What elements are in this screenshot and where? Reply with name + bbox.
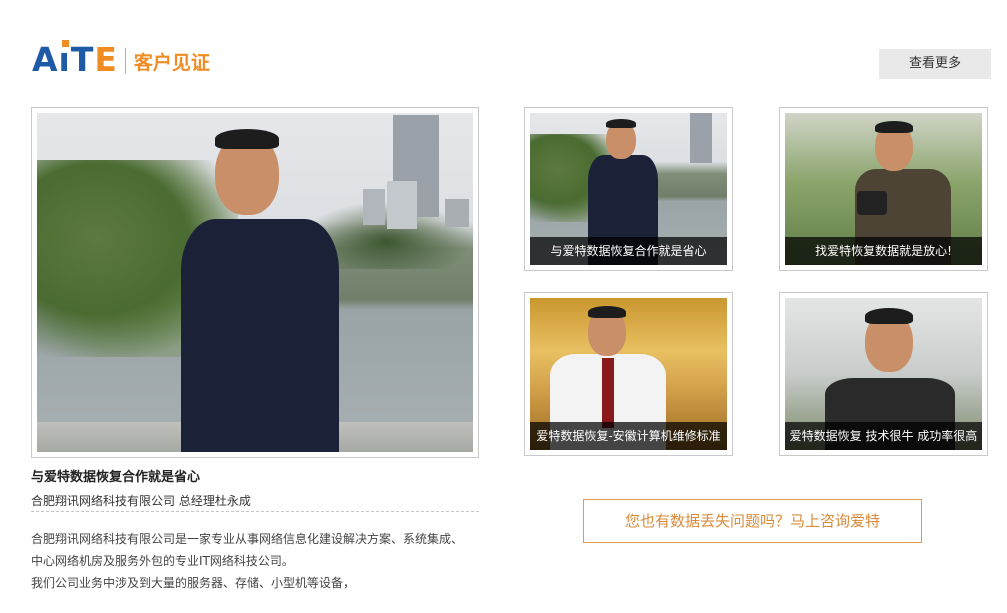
section-title: 客户见证 [133,52,210,74]
logo-divider [124,48,126,74]
logo-wordmark: AıTE [32,40,118,79]
body-line: 中心网络机房及服务外包的专业IT网络科技公司。 [31,554,294,568]
featured-author: 合肥翔讯网络科技有限公司 总经理杜永成 [31,494,251,508]
testimonial-photo: 与爱特数据恢复合作就是省心 [530,113,727,265]
testimonial-caption: 爱特数据恢复-安徽计算机维修标准 [530,422,727,450]
featured-photo-card[interactable] [31,107,479,458]
testimonial-card[interactable]: 找爱特恢复数据就是放心! [779,107,988,271]
brand-logo[interactable]: AıTE 客户见证 [32,40,210,79]
view-more-button[interactable]: 查看更多 [879,49,991,79]
featured-body: 合肥翔讯网络科技有限公司是一家专业从事网络信息化建设解决方案、系统集成、 中心网… [31,528,479,594]
testimonial-photo: 爱特数据恢复-安徽计算机维修标准 [530,298,727,450]
testimonial-card[interactable]: 与爱特数据恢复合作就是省心 [524,107,733,271]
testimonial-photo: 找爱特恢复数据就是放心! [785,113,982,265]
testimonial-card[interactable]: 爱特数据恢复-安徽计算机维修标准 [524,292,733,456]
divider [31,511,479,512]
body-line: 我们公司业务中涉及到大量的服务器、存储、小型机等设备， [31,576,356,590]
testimonial-caption: 找爱特恢复数据就是放心! [785,237,982,265]
testimonial-caption: 爱特数据恢复 技术很牛 成功率很高 [785,422,982,450]
testimonial-caption: 与爱特数据恢复合作就是省心 [530,237,727,265]
consult-cta-button[interactable]: 您也有数据丢失问题吗？马上咨询爱特 [583,499,922,543]
testimonial-card[interactable]: 爱特数据恢复 技术很牛 成功率很高 [779,292,988,456]
body-line: 合肥翔讯网络科技有限公司是一家专业从事网络信息化建设解决方案、系统集成、 [31,532,464,546]
featured-title[interactable]: 与爱特数据恢复合作就是省心 [31,466,200,485]
featured-photo [37,113,473,452]
testimonial-photo: 爱特数据恢复 技术很牛 成功率很高 [785,298,982,450]
